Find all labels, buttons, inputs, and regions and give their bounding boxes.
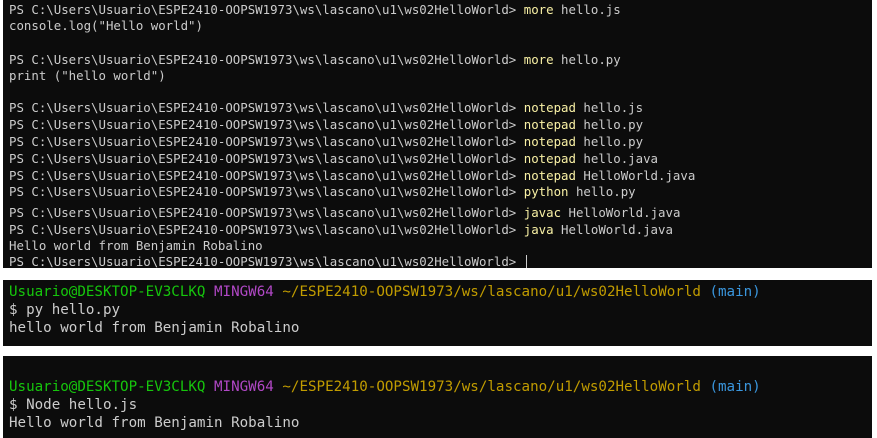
bash-prompt-line: Usuario@DESKTOP-EV3CLKQ MINGW64 ~/ESPE24… [9,283,761,301]
ps-command: python [523,184,569,199]
git-bash-terminal-1[interactable]: Usuario@DESKTOP-EV3CLKQ MINGW64 ~/ESPE24… [3,280,872,346]
bash-git-branch: (main) [709,379,761,395]
ps-command: notepad [523,134,576,149]
ps-command-line: PS C:\Users\Usuario\ESPE2410-OOPSW1973\w… [9,133,643,150]
ps-command-line: PS C:\Users\Usuario\ESPE2410-OOPSW1973\w… [9,204,680,221]
bash-user-host: Usuario@DESKTOP-EV3CLKQ [9,284,206,300]
ps-output-line: print ("hello world") [9,68,166,83]
ps-prompt: PS C:\Users\Usuario\ESPE2410-OOPSW1973\w… [9,134,524,149]
bash-system: MINGW64 [214,284,274,300]
ps-command: javac [523,205,562,220]
ps-command: more [523,2,554,17]
ps-prompt: PS C:\Users\Usuario\ESPE2410-OOPSW1973\w… [9,168,524,183]
bash-git-branch: (main) [709,284,761,300]
bash-path: ~/ESPE2410-OOPSW1973/ws/lascano/u1/ws02H… [282,284,701,300]
ps-command-args: hello.py [553,52,621,67]
ps-prompt: PS C:\Users\Usuario\ESPE2410-OOPSW1973\w… [9,222,524,237]
bash-path: ~/ESPE2410-OOPSW1973/ws/lascano/u1/ws02H… [282,379,701,395]
ps-prompt: PS C:\Users\Usuario\ESPE2410-OOPSW1973\w… [9,52,524,67]
ps-command-line: PS C:\Users\Usuario\ESPE2410-OOPSW1973\w… [9,183,636,200]
ps-command-args: HelloWorld.java [561,205,681,220]
ps-output-line: console.log("Hello world") [9,18,203,33]
ps-command-line: PS C:\Users\Usuario\ESPE2410-OOPSW1973\w… [9,99,643,116]
ps-output-line: Hello world from Benjamin Robalino [9,238,263,253]
ps-command-line: PS C:\Users\Usuario\ESPE2410-OOPSW1973\w… [9,150,658,167]
bash-command: $ py hello.py [9,302,121,318]
ps-command-line: PS C:\Users\Usuario\ESPE2410-OOPSW1973\w… [9,253,527,268]
bash-command: $ Node hello.js [9,397,138,413]
ps-command-args: hello.js [575,100,644,115]
bash-system: MINGW64 [214,379,274,395]
ps-command-line: PS C:\Users\Usuario\ESPE2410-OOPSW1973\w… [9,167,695,184]
ps-prompt: PS C:\Users\Usuario\ESPE2410-OOPSW1973\w… [9,100,524,115]
ps-prompt: PS C:\Users\Usuario\ESPE2410-OOPSW1973\w… [9,184,524,199]
bash-user-host: Usuario@DESKTOP-EV3CLKQ [9,379,206,395]
ps-command-line: PS C:\Users\Usuario\ESPE2410-OOPSW1973\w… [9,51,621,68]
ps-command: notepad [523,168,576,183]
ps-command: more [523,52,554,67]
ps-command-args: hello.py [575,117,644,132]
ps-command-line: PS C:\Users\Usuario\ESPE2410-OOPSW1973\w… [9,116,643,133]
ps-command-args: hello.js [553,2,621,17]
ps-prompt: PS C:\Users\Usuario\ESPE2410-OOPSW1973\w… [9,117,524,132]
ps-command-args: hello.java [575,151,659,166]
ps-command: notepad [523,100,576,115]
bash-output: Hello world from Benjamin Robalino [9,415,300,431]
bash-prompt-line: Usuario@DESKTOP-EV3CLKQ MINGW64 ~/ESPE24… [9,378,761,396]
ps-prompt: PS C:\Users\Usuario\ESPE2410-OOPSW1973\w… [9,151,524,166]
ps-command-args: HelloWorld.java [553,222,673,237]
ps-command-line: PS C:\Users\Usuario\ESPE2410-OOPSW1973\w… [9,221,673,238]
ps-command-line: PS C:\Users\Usuario\ESPE2410-OOPSW1973\w… [9,1,621,18]
ps-command-args: hello.py [575,134,644,149]
ps-prompt: PS C:\Users\Usuario\ESPE2410-OOPSW1973\w… [9,254,524,268]
ps-command-args: hello.py [568,184,636,199]
ps-command: java [523,222,554,237]
ps-prompt: PS C:\Users\Usuario\ESPE2410-OOPSW1973\w… [9,205,524,220]
ps-command-args: HelloWorld.java [575,168,696,183]
text-cursor [525,255,527,268]
ps-command: notepad [523,117,576,132]
git-bash-terminal-2[interactable]: Usuario@DESKTOP-EV3CLKQ MINGW64 ~/ESPE24… [3,356,872,438]
bash-output: hello world from Benjamin Robalino [9,320,300,336]
powershell-terminal[interactable]: PS C:\Users\Usuario\ESPE2410-OOPSW1973\w… [3,0,872,268]
ps-command: notepad [523,151,576,166]
ps-prompt: PS C:\Users\Usuario\ESPE2410-OOPSW1973\w… [9,2,524,17]
